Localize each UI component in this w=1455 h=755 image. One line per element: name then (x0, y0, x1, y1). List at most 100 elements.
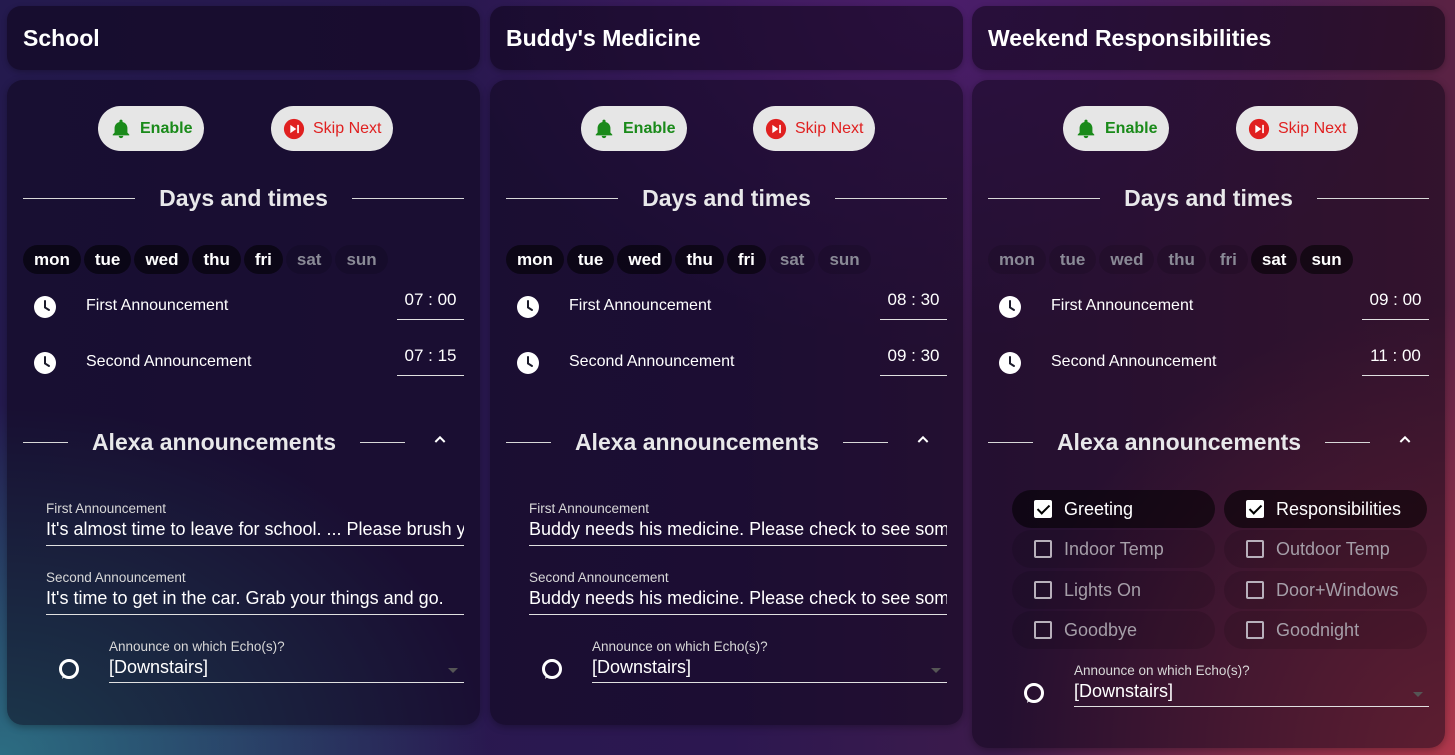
field-value[interactable]: It's time to get in the car. Grab your t… (46, 585, 464, 615)
second-time-input[interactable]: 09 : 30 (880, 341, 947, 376)
skip-next-icon (1248, 118, 1270, 139)
day-tue[interactable]: tue (566, 245, 615, 274)
checkbox[interactable] (1034, 500, 1052, 518)
card-title-bar: Weekend Responsibilities (972, 6, 1445, 70)
dropdown-caret-icon[interactable] (931, 668, 941, 673)
alexa-title: Alexa announcements (1056, 428, 1302, 455)
field-value[interactable]: Buddy needs his medicine. Please check t… (529, 585, 947, 615)
day-sun[interactable]: sun (1300, 245, 1353, 274)
day-sat[interactable]: sat (768, 245, 816, 274)
option-goodnight[interactable]: Goodnight (1224, 611, 1427, 649)
echo-select-text: [Downstairs] (109, 657, 209, 677)
checkbox[interactable] (1034, 540, 1052, 558)
bell-icon (1077, 119, 1095, 138)
day-mon[interactable]: mon (506, 245, 564, 274)
days-times-title: Days and times (1124, 184, 1293, 211)
echo-select-value[interactable]: [Downstairs] (1074, 678, 1429, 707)
checkbox[interactable] (1034, 581, 1052, 599)
first-time-input[interactable]: 07 : 00 (397, 285, 464, 320)
echo-select-row: Announce on which Echo(s)? [Downstairs] (988, 663, 1429, 713)
echo-select[interactable]: Announce on which Echo(s)? [Downstairs] (1074, 663, 1429, 707)
option-label: Goodbye (1064, 619, 1138, 640)
option-label: Lights On (1064, 579, 1142, 600)
first-time-input[interactable]: 08 : 30 (880, 285, 947, 320)
card-title-bar: School (7, 6, 480, 70)
echo-select-value[interactable]: [Downstairs] (109, 654, 464, 683)
checkbox[interactable] (1246, 621, 1264, 639)
skip-next-button[interactable]: Skip Next (753, 106, 876, 151)
day-wed[interactable]: wed (1099, 245, 1155, 274)
enable-button[interactable]: Enable (581, 106, 688, 151)
alexa-ring-icon (542, 659, 562, 679)
first-announcement-field[interactable]: First Announcement Buddy needs his medic… (529, 501, 947, 546)
dropdown-caret-icon[interactable] (1413, 692, 1423, 697)
second-time-row: Second Announcement 11 : 00 (988, 341, 1429, 381)
first-time-input[interactable]: 09 : 00 (1362, 285, 1429, 320)
option-outdoor-temp[interactable]: Outdoor Temp (1224, 530, 1427, 568)
first-announcement-field[interactable]: First Announcement It's almost time to l… (46, 501, 464, 546)
checkbox[interactable] (1246, 581, 1264, 599)
day-sun[interactable]: sun (335, 245, 388, 274)
second-announcement-field[interactable]: Second Announcement It's time to get in … (46, 570, 464, 615)
day-tue[interactable]: tue (83, 245, 132, 274)
echo-select[interactable]: Announce on which Echo(s)? [Downstairs] (592, 639, 947, 683)
alexa-header: Alexa announcements (23, 427, 406, 457)
enable-button[interactable]: Enable (98, 106, 205, 151)
option-lights-on[interactable]: Lights On (1012, 571, 1215, 609)
alexa-header: Alexa announcements (506, 427, 889, 457)
skip-next-label: Skip Next (313, 119, 382, 137)
second-time-input[interactable]: 11 : 00 (1362, 341, 1429, 376)
second-time-input[interactable]: 07 : 15 (397, 341, 464, 376)
field-value[interactable]: Buddy needs his medicine. Please check t… (529, 516, 947, 546)
second-announcement-field[interactable]: Second Announcement Buddy needs his medi… (529, 570, 947, 615)
day-sat[interactable]: sat (285, 245, 333, 274)
echo-select-row: Announce on which Echo(s)? [Downstairs] (506, 639, 947, 689)
field-value[interactable]: It's almost time to leave for school. ..… (46, 516, 464, 546)
day-thu[interactable]: thu (675, 245, 724, 274)
day-sat[interactable]: sat (1250, 245, 1298, 274)
option-door-windows[interactable]: Door+Windows (1224, 571, 1427, 609)
option-responsibilities[interactable]: Responsibilities (1224, 490, 1427, 528)
skip-next-button[interactable]: Skip Next (271, 106, 394, 151)
day-wed[interactable]: wed (134, 245, 190, 274)
chevron-up-icon[interactable] (1397, 432, 1413, 448)
option-indoor-temp[interactable]: Indoor Temp (1012, 530, 1215, 568)
alexa-title: Alexa announcements (91, 428, 337, 455)
option-greeting[interactable]: Greeting (1012, 490, 1215, 528)
echo-select[interactable]: Announce on which Echo(s)? [Downstairs] (109, 639, 464, 683)
checkbox[interactable] (1246, 500, 1264, 518)
day-fri[interactable]: fri (726, 245, 766, 274)
option-label: Greeting (1064, 498, 1134, 519)
enable-label: Enable (140, 119, 193, 137)
enable-button[interactable]: Enable (1063, 106, 1170, 151)
alexa-ring-icon (1024, 683, 1044, 703)
day-fri[interactable]: fri (243, 245, 283, 274)
echo-select-label: Announce on which Echo(s)? (1074, 663, 1250, 678)
option-goodbye[interactable]: Goodbye (1012, 611, 1215, 649)
day-fri[interactable]: fri (1208, 245, 1248, 274)
day-mon[interactable]: mon (988, 245, 1046, 274)
day-tue[interactable]: tue (1048, 245, 1097, 274)
skip-next-label: Skip Next (1278, 119, 1347, 137)
echo-select-value[interactable]: [Downstairs] (592, 654, 947, 683)
dropdown-caret-icon[interactable] (448, 668, 458, 673)
alexa-title: Alexa announcements (574, 428, 820, 455)
day-thu[interactable]: thu (1157, 245, 1206, 274)
card-title: Weekend Responsibilities (988, 25, 1272, 51)
first-time-label: First Announcement (86, 297, 229, 314)
checkbox[interactable] (1246, 540, 1264, 558)
second-time-row: Second Announcement 09 : 30 (506, 341, 947, 381)
skip-next-button[interactable]: Skip Next (1236, 106, 1359, 151)
skip-next-label: Skip Next (795, 119, 864, 137)
day-thu[interactable]: thu (192, 245, 241, 274)
day-wed[interactable]: wed (617, 245, 673, 274)
echo-select-row: Announce on which Echo(s)? [Downstairs] (23, 639, 464, 689)
day-sun[interactable]: sun (818, 245, 871, 274)
option-label: Goodnight (1276, 619, 1360, 640)
chevron-up-icon[interactable] (432, 432, 448, 448)
chevron-up-icon[interactable] (915, 432, 931, 448)
days-times-header: Days and times (23, 183, 464, 213)
day-mon[interactable]: mon (23, 245, 81, 274)
bell-icon (595, 119, 613, 138)
checkbox[interactable] (1034, 621, 1052, 639)
